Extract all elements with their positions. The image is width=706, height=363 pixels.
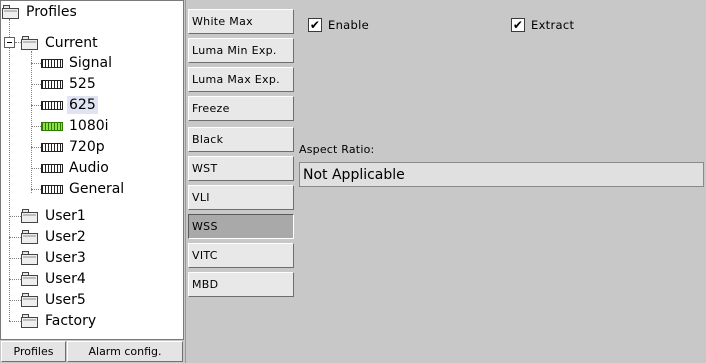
tree-node-current[interactable]: Current <box>21 33 100 53</box>
module-icon <box>41 142 63 152</box>
folder-icon <box>21 251 38 265</box>
tree-node-user5[interactable]: User5 <box>21 290 88 310</box>
tree-node-general[interactable]: General <box>41 179 126 199</box>
checkbox-checked-icon: ✔ <box>511 18 525 32</box>
folder-icon <box>21 36 38 50</box>
wst-button[interactable]: WST <box>188 156 294 181</box>
black-button[interactable]: Black <box>188 127 294 152</box>
luma-min-exp-button[interactable]: Luma Min Exp. <box>188 38 294 63</box>
folder-icon <box>21 209 38 223</box>
tree-node-user2[interactable]: User2 <box>21 227 88 247</box>
extract-checkbox[interactable]: ✔ Extract <box>511 18 574 32</box>
folder-icon <box>21 230 38 244</box>
tree-node-user4[interactable]: User4 <box>21 269 88 289</box>
aspect-ratio-field: Not Applicable <box>299 162 704 187</box>
tree-connector <box>31 63 41 64</box>
module-icon <box>41 58 63 68</box>
tree-node-profiles[interactable]: Profiles <box>2 2 79 22</box>
extract-label: Extract <box>531 18 575 32</box>
tree-node-625[interactable]: 625 <box>41 95 98 115</box>
module-icon <box>41 163 63 173</box>
aspect-ratio-label: Aspect Ratio: <box>299 143 375 156</box>
module-icon <box>41 100 63 110</box>
tab-profiles[interactable]: Profiles <box>1 341 66 362</box>
white-max-button[interactable]: White Max <box>188 9 294 34</box>
tree-node-user1[interactable]: User1 <box>21 206 88 226</box>
wss-settings-panel: ✔ Enable ✔ Extract Aspect Ratio: Not App… <box>297 0 706 363</box>
module-icon <box>41 184 63 194</box>
tree-node-525[interactable]: 525 <box>41 74 98 94</box>
mbd-button[interactable]: MBD <box>188 272 294 297</box>
folder-icon <box>21 293 38 307</box>
folder-icon <box>21 272 38 286</box>
freeze-button[interactable]: Freeze <box>188 96 294 121</box>
module-icon <box>41 79 63 89</box>
tree-connector <box>31 147 41 148</box>
tree-node-720p[interactable]: 720p <box>41 137 107 157</box>
tree-connector <box>31 51 32 193</box>
tree-connector <box>31 126 41 127</box>
tree-node-1080i[interactable]: 1080i <box>41 116 111 136</box>
tree-node-audio[interactable]: Audio <box>41 158 111 178</box>
tree-connector <box>31 105 41 106</box>
vli-button[interactable]: VLI <box>188 185 294 210</box>
vitc-button[interactable]: VITC <box>188 243 294 268</box>
tree-connector <box>9 19 10 321</box>
tree-connector <box>31 84 41 85</box>
tree-node-signal[interactable]: Signal <box>41 53 114 73</box>
profile-tree: Profiles Current Signal 525 625 1080i 72… <box>0 0 184 340</box>
tab-alarm-config[interactable]: Alarm config. <box>67 341 183 362</box>
checkbox-checked-icon: ✔ <box>308 18 322 32</box>
tree-node-factory[interactable]: Factory <box>21 311 98 331</box>
luma-max-exp-button[interactable]: Luma Max Exp. <box>188 67 294 92</box>
tree-node-user3[interactable]: User3 <box>21 248 88 268</box>
collapse-toggle[interactable] <box>4 37 15 48</box>
folder-icon <box>21 314 38 328</box>
enable-label: Enable <box>328 18 369 32</box>
tree-connector <box>31 189 41 190</box>
tree-connector <box>31 168 41 169</box>
enable-checkbox[interactable]: ✔ Enable <box>308 18 369 32</box>
function-button-column: White Max Luma Min Exp. Luma Max Exp. Fr… <box>185 0 296 363</box>
folder-icon <box>2 5 19 19</box>
wss-button[interactable]: WSS <box>188 214 294 239</box>
module-icon-active <box>41 121 63 131</box>
